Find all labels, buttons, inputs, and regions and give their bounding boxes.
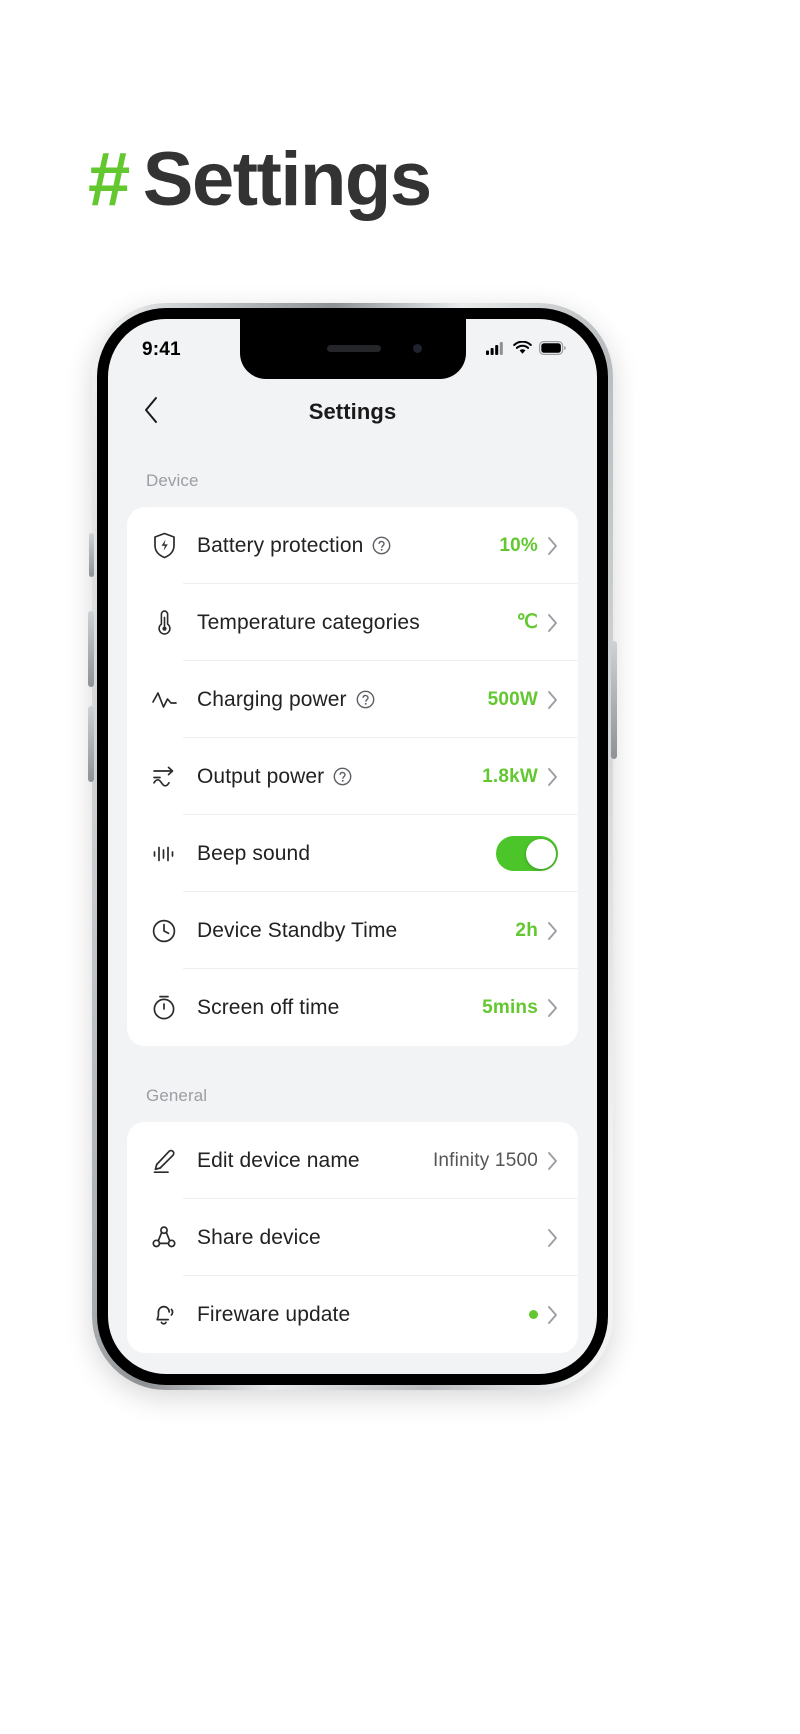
ac-dc-icon (144, 764, 184, 790)
settings-content: Device Battery protection 10% Temperatur… (108, 449, 597, 1353)
row-right (496, 836, 558, 871)
row-value: Infinity 1500 (432, 1149, 538, 1171)
chevron-right-icon[interactable] (547, 690, 558, 710)
row-label: Screen off time (197, 995, 340, 1019)
row-screen-off-time[interactable]: Screen off time 5mins (127, 969, 578, 1046)
shield-bolt-icon (144, 532, 184, 559)
wifi-icon (513, 340, 532, 360)
toggle-knob (525, 838, 556, 869)
row-label: Fireware update (197, 1302, 351, 1326)
section-label-device: Device (146, 471, 199, 490)
power-button[interactable] (611, 641, 617, 759)
row-right: 500W (488, 689, 558, 711)
chevron-right-icon[interactable] (547, 998, 558, 1018)
row-battery-protection[interactable]: Battery protection 10% (127, 507, 578, 584)
row-value: ℃ (516, 612, 538, 633)
section-label-general: General (146, 1086, 208, 1105)
help-icon[interactable] (333, 767, 352, 786)
row-right (529, 1305, 558, 1325)
page-title: # Settings (88, 137, 432, 222)
chevron-right-icon[interactable] (547, 536, 558, 556)
row-output-power[interactable]: Output power 1.8kW (127, 738, 578, 815)
row-right (547, 1228, 558, 1248)
row-beep-sound[interactable]: Beep sound (127, 815, 578, 892)
phone-bezel: 9:41 Settings Device Battery protection … (88, 308, 617, 1385)
row-value: 1.8kW (482, 765, 538, 787)
chevron-right-icon[interactable] (547, 767, 558, 787)
row-charging-power[interactable]: Charging power 500W (127, 661, 578, 738)
row-right: 1.8kW (482, 766, 558, 788)
volume-up-button[interactable] (88, 611, 94, 687)
status-bar-icons (486, 340, 567, 360)
volume-down-button[interactable] (88, 706, 94, 782)
chevron-left-icon (143, 396, 159, 429)
beep-sound-toggle[interactable] (496, 836, 558, 871)
chevron-right-icon[interactable] (547, 1228, 558, 1248)
pencil-icon (144, 1148, 184, 1174)
help-icon[interactable] (372, 536, 391, 555)
share-icon (144, 1225, 184, 1251)
status-bar: 9:41 (108, 319, 597, 375)
row-label: Temperature categories (197, 610, 420, 634)
pulse-icon (144, 688, 184, 712)
help-icon[interactable] (356, 690, 375, 709)
mute-switch-button[interactable] (89, 533, 94, 577)
cellular-signal-icon (486, 341, 506, 360)
hash-symbol: # (88, 137, 130, 222)
phone-screen: 9:41 Settings Device Battery protection … (108, 319, 597, 1374)
general-settings-card: Edit device name Infinity 1500 Share dev… (127, 1122, 578, 1353)
row-edit-device-name[interactable]: Edit device name Infinity 1500 (127, 1122, 578, 1199)
row-right: Infinity 1500 (433, 1150, 558, 1172)
navigation-bar: Settings (108, 375, 597, 449)
clock-icon (144, 918, 184, 944)
row-value: 5mins (482, 996, 538, 1018)
timer-icon (144, 994, 184, 1021)
row-value: 10% (499, 534, 538, 556)
status-bar-time: 9:41 (142, 339, 181, 360)
row-label: Output power (197, 764, 325, 788)
waveform-icon (144, 842, 184, 866)
row-temperature-categories[interactable]: Temperature categories ℃ (127, 584, 578, 661)
row-label: Battery protection (197, 533, 364, 557)
row-right: 10% (499, 535, 558, 557)
row-label: Edit device name (197, 1148, 360, 1172)
row-label: Share device (197, 1225, 321, 1249)
page-title-text: Settings (142, 137, 432, 222)
back-button[interactable] (130, 391, 172, 433)
phone-device-frame: 9:41 Settings Device Battery protection … (88, 303, 617, 1390)
row-share-device[interactable]: Share device (127, 1199, 578, 1276)
chevron-right-icon[interactable] (547, 1305, 558, 1325)
update-available-badge (529, 1310, 538, 1319)
screen-title: Settings (308, 399, 397, 424)
row-label: Device Standby Time (197, 918, 398, 942)
chevron-right-icon[interactable] (547, 1151, 558, 1171)
chevron-right-icon[interactable] (547, 613, 558, 633)
chevron-right-icon[interactable] (547, 921, 558, 941)
bell-icon (144, 1301, 184, 1328)
battery-icon (539, 340, 567, 360)
device-settings-card: Battery protection 10% Temperature categ… (127, 507, 578, 1046)
row-fireware-update[interactable]: Fireware update (127, 1276, 578, 1353)
thermometer-icon (144, 609, 184, 636)
row-device-standby-time[interactable]: Device Standby Time 2h (127, 892, 578, 969)
row-right: 2h (515, 920, 558, 942)
row-label: Beep sound (197, 841, 311, 865)
row-label: Charging power (197, 687, 347, 711)
row-right: 5mins (482, 997, 558, 1019)
row-value: 2h (515, 919, 538, 941)
row-value: 500W (487, 688, 538, 710)
row-right: ℃ (516, 611, 558, 634)
